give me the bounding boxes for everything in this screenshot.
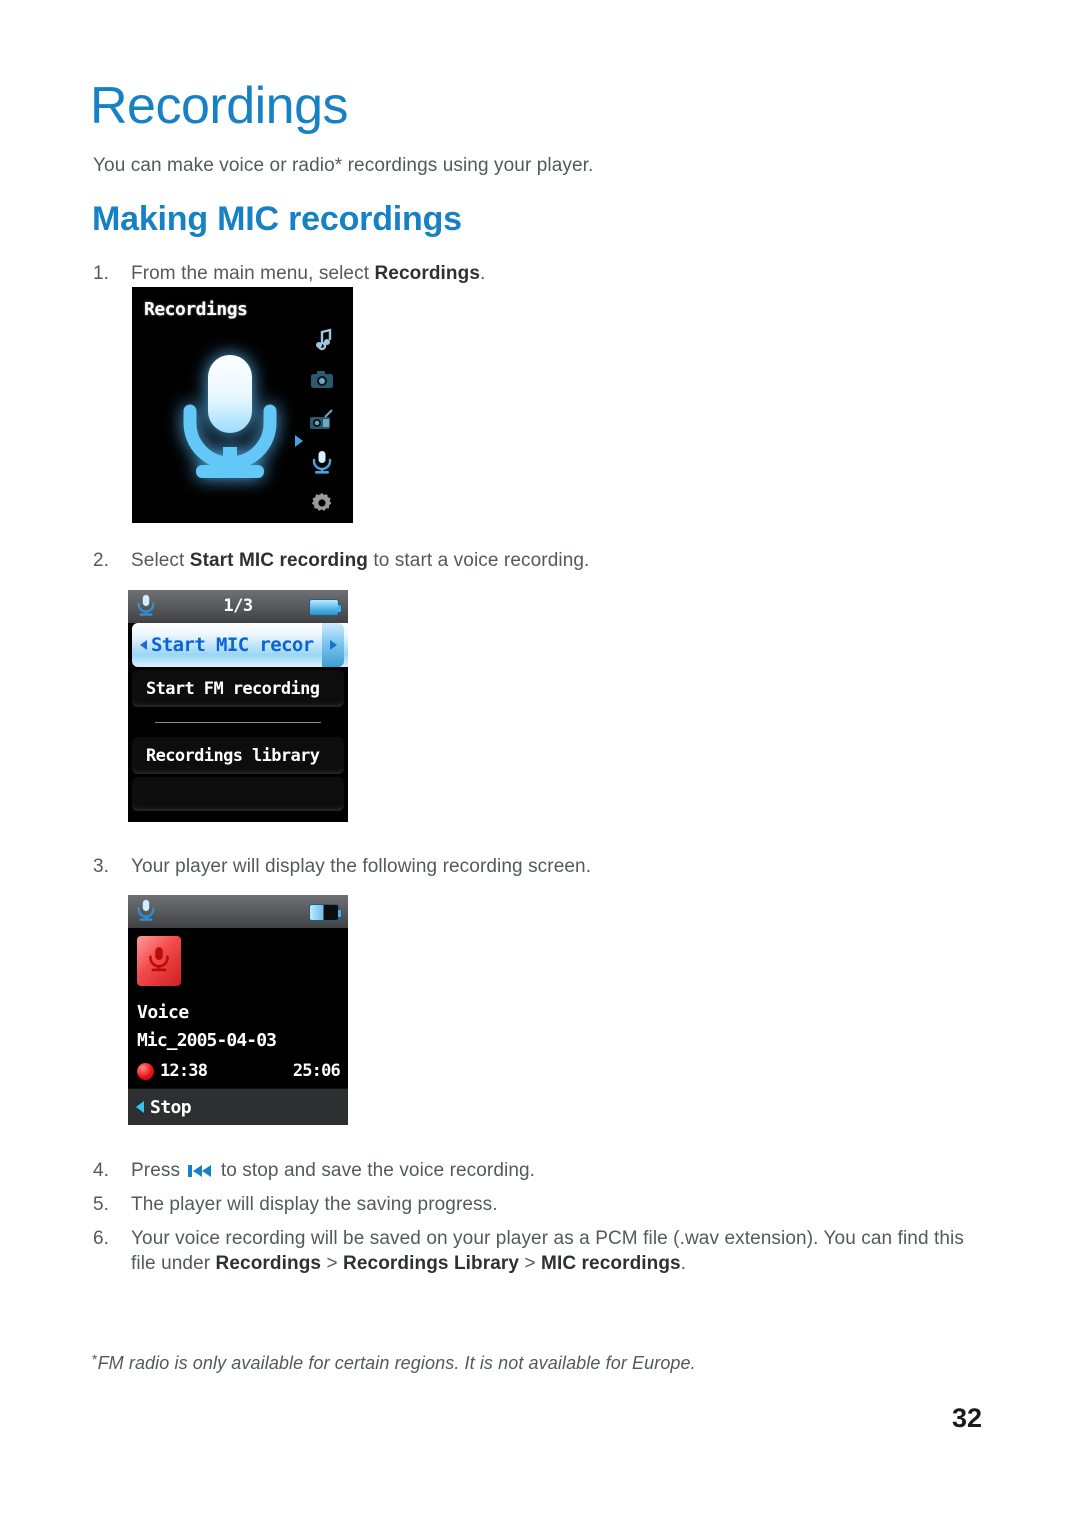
recording-source: Voice <box>137 1002 189 1023</box>
page-number: 32 <box>952 1403 983 1433</box>
menu-status-bar: 1/3 <box>128 590 348 624</box>
chevron-right-icon <box>329 640 337 650</box>
menu-item-label: Start FM recording <box>146 678 320 699</box>
page-title: Recordings <box>90 77 349 135</box>
recording-bottom-bar[interactable]: Stop <box>128 1088 348 1125</box>
step-6-sep-1: > <box>321 1253 344 1275</box>
menu-item-label: Recordings library <box>146 745 320 766</box>
microphone-icon[interactable] <box>308 448 336 476</box>
step-4-number: 4. <box>93 1160 110 1181</box>
step-3-number: 3. <box>93 856 110 877</box>
step-5-text: The player will display the saving progr… <box>131 1194 498 1215</box>
selection-arrow-icon <box>295 435 303 447</box>
intro-paragraph: You can make voice or radio* recordings … <box>93 155 594 176</box>
menu-item-recordings-library[interactable]: Recordings library <box>132 737 344 774</box>
footnote-text: FM radio is only available for certain r… <box>97 1353 696 1373</box>
gear-icon[interactable] <box>308 489 336 517</box>
step-6-text-after: . <box>680 1253 687 1275</box>
step-4-text: Press to stop and save the voice recordi… <box>131 1158 973 1183</box>
step-6-sep-2: > <box>519 1253 542 1275</box>
step-4-text-before: Press <box>131 1160 186 1181</box>
record-dot-icon <box>137 1063 154 1080</box>
menu-item-blank[interactable] <box>132 777 344 811</box>
step-2-text-before: Select <box>131 550 190 571</box>
step-1-bold: Recordings <box>374 263 480 284</box>
chevron-left-icon <box>140 640 147 650</box>
manual-page: Recordings You can make voice or radio* … <box>0 0 1080 1529</box>
step-1-text-before: From the main menu, select <box>131 263 375 284</box>
step-2-text: Select Start MIC recording to start a vo… <box>131 548 953 573</box>
step-1-text-after: . <box>480 263 486 284</box>
step-2-bold: Start MIC recording <box>189 550 368 571</box>
footnote: *FM radio is only available for certain … <box>92 1351 696 1374</box>
step-6-bold-2: Recordings Library <box>343 1253 520 1275</box>
step-5: 5. The player will display the saving pr… <box>93 1192 973 1217</box>
step-6-number: 6. <box>93 1228 110 1249</box>
step-5-number: 5. <box>93 1194 110 1215</box>
recording-elapsed-time: 12:38 <box>160 1061 208 1081</box>
recording-total-time: 25:06 <box>292 1061 341 1081</box>
step-1-number: 1. <box>93 263 110 284</box>
microphone-icon <box>183 355 277 478</box>
recording-timers: 12:38 25:06 <box>137 1061 341 1083</box>
step-6: 6. Your voice recording will be saved on… <box>93 1226 993 1276</box>
menu-scroll-thumb[interactable] <box>322 623 344 667</box>
step-2-number: 2. <box>93 550 110 571</box>
stop-button-label: Stop <box>150 1096 192 1118</box>
rewind-icon <box>188 1165 212 1177</box>
section-heading: Making MIC recordings <box>92 200 462 238</box>
step-4-text-after: to stop and save the voice recording. <box>215 1160 536 1181</box>
menu-item-label: Start MIC recor <box>151 634 314 656</box>
step-3: 3. Your player will display the followin… <box>93 854 953 879</box>
microphone-icon <box>137 899 155 921</box>
step-1-text: From the main menu, select Recordings. <box>131 261 953 286</box>
step-6-bold-1: Recordings <box>215 1253 322 1275</box>
radio-icon[interactable] <box>308 407 336 435</box>
music-note-icon[interactable] <box>308 325 336 353</box>
menu-item-start-fm-recording[interactable]: Start FM recording <box>132 670 344 707</box>
step-6-bold-3: MIC recordings <box>541 1253 681 1275</box>
step-6-text: Your voice recording will be saved on yo… <box>131 1226 993 1276</box>
step-4: 4. Press to stop and save the voice reco… <box>93 1158 973 1183</box>
step-2: 2. Select Start MIC recording to start a… <box>93 548 953 573</box>
device-screen-recordings-menu: 1/3 Start MIC recor Start FM recording R… <box>128 590 348 822</box>
step-2-text-after: to start a voice recording. <box>368 550 590 571</box>
device-screen-recording: Voice Mic_2005-04-03 12:38 25:06 Stop <box>128 895 348 1125</box>
recording-filename: Mic_2005-04-03 <box>137 1030 277 1051</box>
splash-title: Recordings <box>144 299 248 320</box>
menu-list[interactable]: Start MIC recor Start FM recording Recor… <box>128 623 348 822</box>
splash-icon-column[interactable] <box>305 325 339 517</box>
step-3-text: Your player will display the following r… <box>131 856 592 877</box>
recording-status-bar <box>128 895 348 929</box>
battery-half-icon <box>309 904 342 921</box>
step-1: 1. From the main menu, select Recordings… <box>93 261 953 286</box>
recording-body: Voice Mic_2005-04-03 12:38 25:06 <box>128 928 348 1089</box>
menu-item-start-mic-recording[interactable]: Start MIC recor <box>132 623 348 667</box>
camera-icon[interactable] <box>308 366 336 394</box>
chevron-left-icon <box>136 1101 144 1113</box>
battery-full-icon <box>309 599 342 616</box>
menu-divider <box>132 710 344 734</box>
record-microphone-icon <box>137 936 181 986</box>
device-screen-recordings-splash: Recordings <box>132 287 353 523</box>
